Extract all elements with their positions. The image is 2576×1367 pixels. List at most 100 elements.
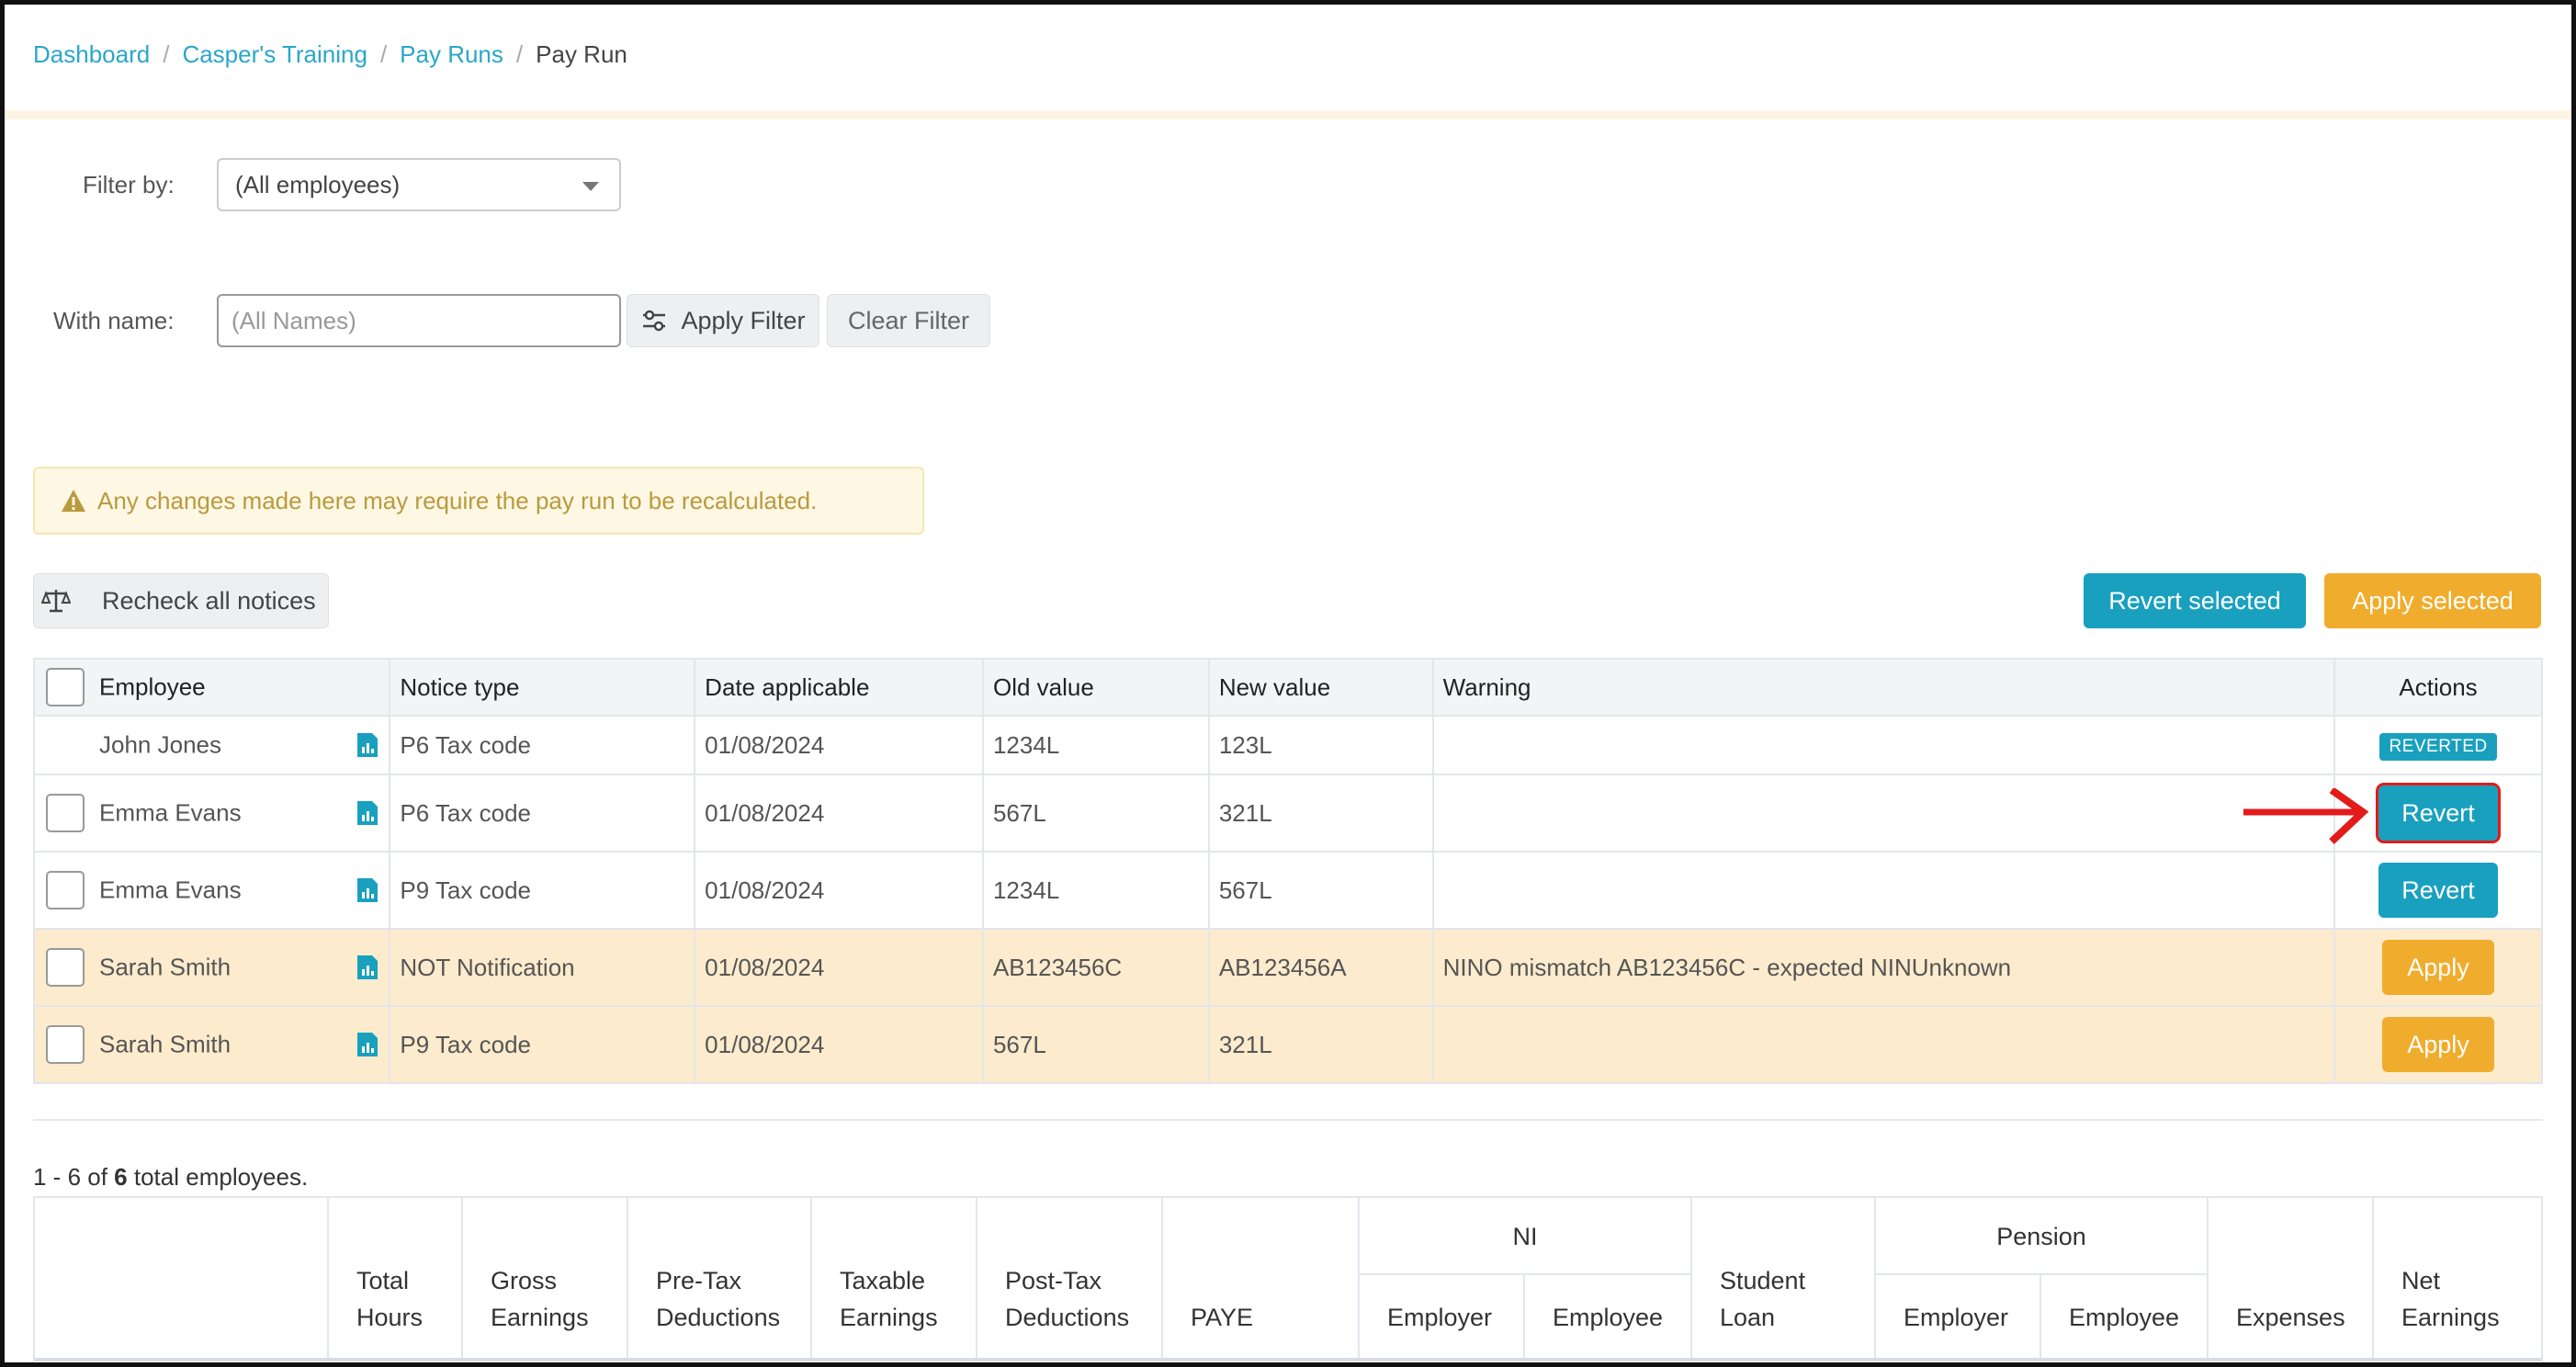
annotation-arrow-icon bbox=[2243, 788, 2369, 844]
header-text: Student bbox=[1720, 1267, 1806, 1294]
table-row: Sarah Smith P9 Tax code 01/08/2024 567L … bbox=[32, 1005, 2543, 1084]
totals-table-header: Total Hours Gross Earnings Pre-Tax Deductio… bbox=[33, 1196, 2543, 1361]
with-name-label: With name: bbox=[53, 307, 175, 334]
clear-filter-button[interactable]: Clear Filter bbox=[827, 294, 990, 347]
apply-button[interactable]: Apply bbox=[2382, 1017, 2495, 1072]
table-row: Emma Evans P9 Tax code 01/08/2024 1234L … bbox=[32, 851, 2543, 930]
section-divider bbox=[33, 1119, 2543, 1121]
actions-cell: Apply bbox=[2333, 1005, 2543, 1084]
header-expenses: Expenses bbox=[2207, 1198, 2372, 1361]
header-notice-type: Notice type bbox=[389, 658, 696, 717]
warning-cell bbox=[1431, 1005, 2336, 1084]
apply-selected-button[interactable]: Apply selected bbox=[2324, 573, 2541, 628]
header-text: Expenses bbox=[2236, 1304, 2345, 1331]
date-cell: 01/08/2024 bbox=[694, 928, 984, 1007]
warning-cell bbox=[1431, 774, 2336, 853]
row-checkbox[interactable] bbox=[46, 794, 85, 832]
header-pre-tax-deductions: Pre-Tax Deductions bbox=[627, 1198, 810, 1361]
old-value-cell: 567L bbox=[981, 774, 1210, 853]
header-employee: Employee bbox=[32, 658, 391, 717]
old-value-cell: 1234L bbox=[981, 851, 1210, 930]
header-taxable-earnings: Taxable Earnings bbox=[810, 1198, 976, 1361]
revert-button[interactable]: Revert bbox=[2378, 863, 2499, 918]
notice-type-cell: P9 Tax code bbox=[389, 851, 696, 930]
employee-name: John Jones bbox=[99, 730, 221, 759]
row-checkbox[interactable] bbox=[46, 1025, 85, 1064]
header-text: Taxable bbox=[840, 1267, 926, 1294]
header-total-hours: Total Hours bbox=[327, 1198, 461, 1361]
pagination-suffix: total employees. bbox=[133, 1163, 309, 1191]
header-text: Employer bbox=[1387, 1304, 1493, 1331]
table-header-row: Employee Notice type Date applicable Old… bbox=[32, 658, 2543, 717]
header-text: Employer bbox=[1904, 1304, 2009, 1331]
clear-filter-label: Clear Filter bbox=[847, 306, 970, 334]
breadcrumb-pay-runs[interactable]: Pay Runs bbox=[400, 40, 503, 69]
select-all-checkbox[interactable] bbox=[46, 668, 85, 706]
header-text: Deductions bbox=[1005, 1304, 1130, 1331]
payslip-document-icon[interactable] bbox=[356, 1031, 379, 1058]
header-ni-employee: Employee bbox=[1523, 1275, 1692, 1361]
header-text: Employee bbox=[1553, 1304, 1664, 1331]
row-checkbox[interactable] bbox=[46, 871, 85, 909]
notices-table: Employee Notice type Date applicable Old… bbox=[32, 658, 2543, 1084]
pagination-summary: 1 - 6 of 6 total employees. bbox=[33, 1163, 308, 1192]
table-row: Sarah Smith NOT Notification 01/08/2024 … bbox=[32, 928, 2543, 1007]
header-text: Gross bbox=[491, 1267, 558, 1294]
notice-type-cell: P9 Tax code bbox=[389, 1005, 696, 1084]
header-post-tax-deductions: Post-Tax Deductions bbox=[976, 1198, 1161, 1361]
employee-cell: John Jones bbox=[32, 715, 391, 775]
apply-filter-label: Apply Filter bbox=[681, 306, 806, 334]
header-pension: Pension bbox=[1876, 1198, 2207, 1275]
breadcrumb-current: Pay Run bbox=[536, 40, 627, 68]
employee-cell: Sarah Smith bbox=[32, 1005, 391, 1084]
header-text: Loan bbox=[1720, 1304, 1776, 1331]
old-value-cell: 567L bbox=[981, 1005, 1210, 1084]
new-value-cell: 321L bbox=[1207, 774, 1434, 853]
warning-cell bbox=[1431, 715, 2336, 775]
employee-name: Sarah Smith bbox=[99, 953, 232, 981]
pagination-total: 6 bbox=[114, 1163, 128, 1191]
filter-by-select[interactable]: (All employees) bbox=[217, 158, 621, 211]
header-pension-employee: Employee bbox=[2039, 1275, 2209, 1361]
payslip-document-icon[interactable] bbox=[356, 799, 379, 827]
payslip-document-icon[interactable] bbox=[356, 731, 379, 759]
header-divider bbox=[5, 110, 2571, 119]
apply-filter-button[interactable]: Apply Filter bbox=[627, 294, 819, 347]
actions-cell: REVERTED bbox=[2333, 715, 2543, 775]
recheck-label: Recheck all notices bbox=[102, 586, 316, 615]
header-new-value: New value bbox=[1207, 658, 1434, 717]
notice-type-cell: NOT Notification bbox=[389, 928, 696, 1007]
recheck-all-notices-button[interactable]: Recheck all notices bbox=[33, 573, 329, 628]
date-cell: 01/08/2024 bbox=[694, 1005, 984, 1084]
header-pension-employer: Employer bbox=[1874, 1275, 2041, 1361]
header-ni-employer: Employer bbox=[1358, 1275, 1525, 1361]
header-ni-group: NI Employer Employee bbox=[1358, 1198, 1690, 1361]
apply-button[interactable]: Apply bbox=[2382, 940, 2495, 995]
breadcrumb-dashboard[interactable]: Dashboard bbox=[33, 40, 150, 69]
new-value-cell: AB123456A bbox=[1207, 928, 1434, 1007]
with-name-input[interactable] bbox=[217, 294, 621, 347]
header-text: Total bbox=[356, 1267, 410, 1294]
header-ni: NI bbox=[1360, 1198, 1690, 1275]
header-bottom-rule bbox=[35, 1358, 2541, 1361]
header-date-applicable: Date applicable bbox=[694, 658, 984, 717]
payslip-document-icon[interactable] bbox=[356, 876, 379, 904]
date-cell: 01/08/2024 bbox=[694, 851, 984, 930]
revert-button[interactable]: Revert bbox=[2378, 785, 2499, 841]
breadcrumb-separator: / bbox=[515, 40, 524, 68]
revert-selected-button[interactable]: Revert selected bbox=[2084, 573, 2306, 628]
header-warning: Warning bbox=[1431, 658, 2336, 717]
payslip-document-icon[interactable] bbox=[356, 954, 379, 981]
header-gross-earnings: Gross Earnings bbox=[461, 1198, 627, 1361]
header-text: PAYE bbox=[1191, 1304, 1254, 1331]
header-text: Post-Tax bbox=[1005, 1267, 1102, 1294]
header-old-value: Old value bbox=[981, 658, 1210, 717]
recalculate-warning: Any changes made here may require the pa… bbox=[33, 467, 924, 535]
pagination-range: 1 - 6 of bbox=[33, 1163, 107, 1191]
header-student-loan: Student Loan bbox=[1690, 1198, 1874, 1361]
chevron-down-icon bbox=[582, 182, 599, 191]
sliders-icon bbox=[643, 310, 666, 332]
breadcrumb-company[interactable]: Casper's Training bbox=[182, 40, 367, 69]
employee-name: Emma Evans bbox=[99, 798, 242, 827]
row-checkbox[interactable] bbox=[46, 948, 85, 987]
